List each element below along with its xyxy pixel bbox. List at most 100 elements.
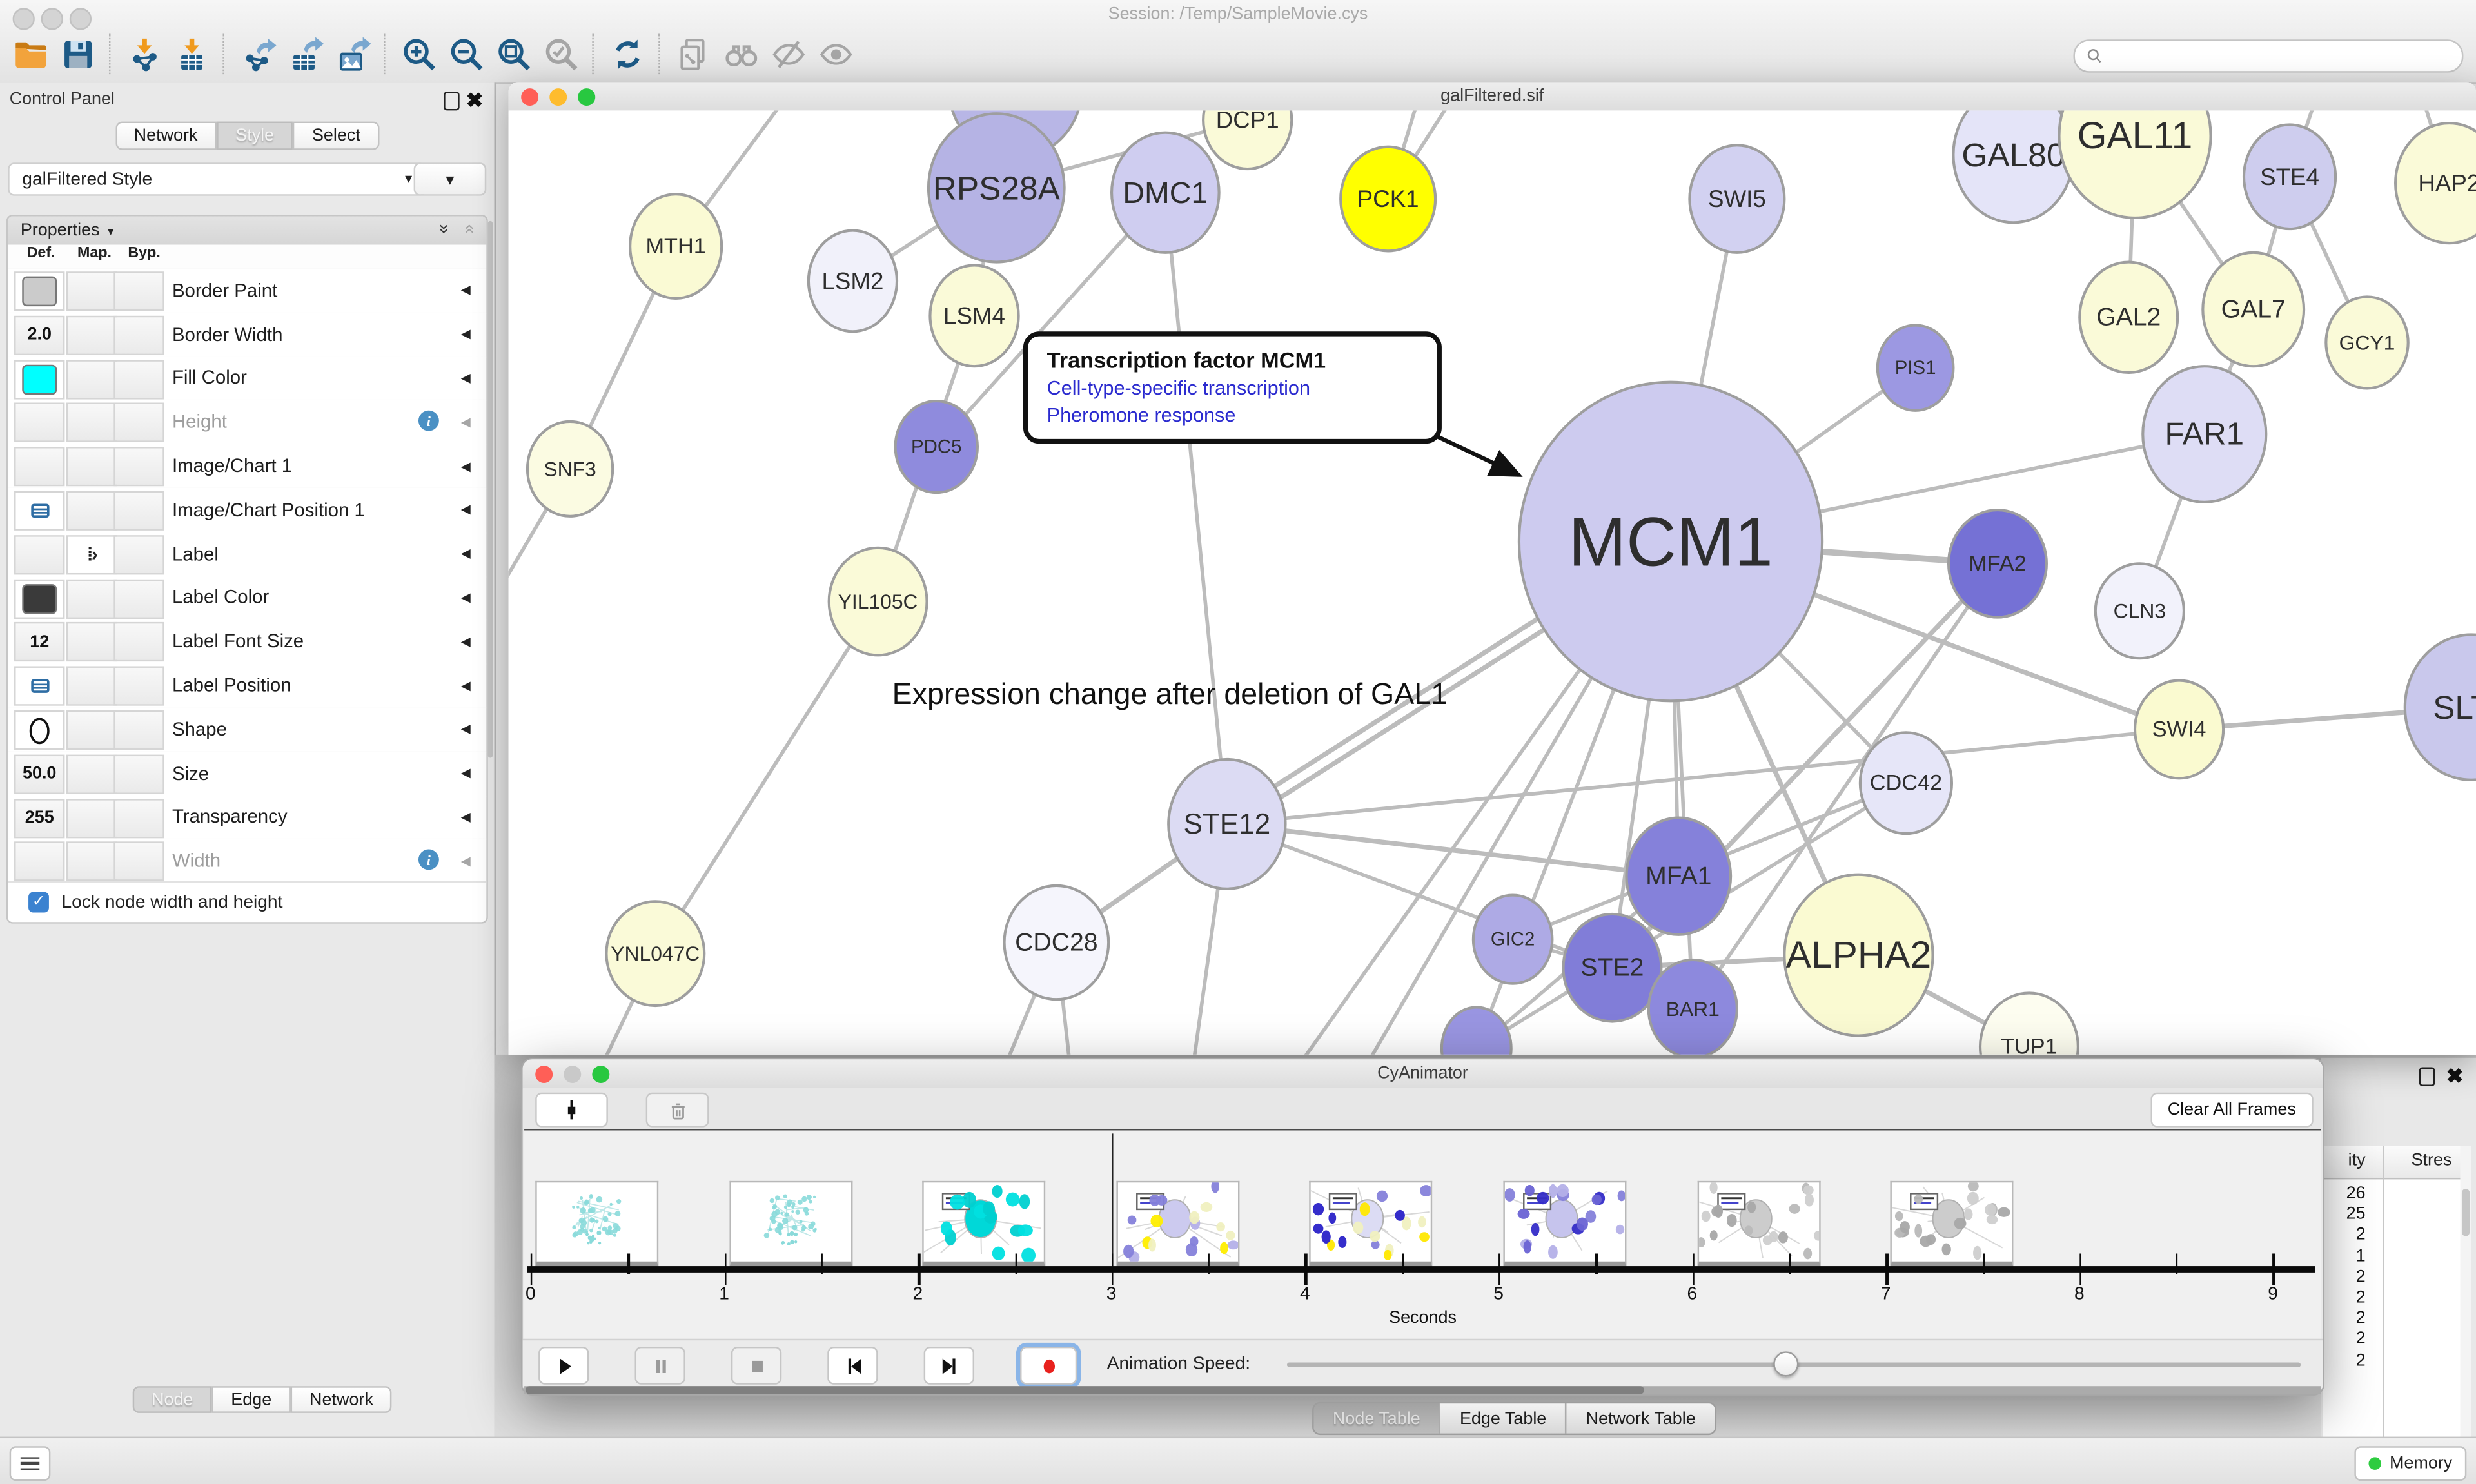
cyanimator-hscrollbar[interactable]: [524, 1386, 2321, 1393]
memory-button[interactable]: Memory: [2355, 1446, 2466, 1481]
network-node-PURP_B[interactable]: [1442, 1007, 1511, 1054]
byp-cell[interactable]: [113, 271, 164, 311]
byp-cell[interactable]: [113, 710, 164, 750]
def-cell[interactable]: [14, 403, 64, 442]
info-icon[interactable]: i: [418, 850, 439, 871]
property-row-image-chart-1[interactable]: Image/Chart 1◀: [8, 444, 486, 490]
record-button[interactable]: [1020, 1347, 1077, 1385]
expand-row-icon[interactable]: ◀: [461, 268, 471, 312]
zoom-fit-button[interactable]: [489, 32, 536, 76]
property-row-transparency[interactable]: 255Transparency◀: [8, 795, 486, 841]
table-cell[interactable]: 25: [2323, 1205, 2365, 1224]
map-cell[interactable]: [66, 359, 117, 398]
expand-row-icon[interactable]: ◀: [461, 444, 471, 488]
collapse-all-icon[interactable]: »: [460, 224, 478, 234]
network-node-CDC42[interactable]: CDC42: [1860, 732, 1952, 834]
skip-end-button[interactable]: [924, 1347, 974, 1385]
import-network-button[interactable]: [120, 32, 167, 76]
expand-row-icon[interactable]: ◀: [461, 795, 471, 839]
def-cell[interactable]: [14, 359, 64, 398]
info-icon[interactable]: i: [418, 411, 439, 432]
network-node-DMC1[interactable]: DMC1: [1112, 133, 1219, 253]
cyanimator-titlebar[interactable]: CyAnimator: [523, 1059, 2323, 1089]
table-cell[interactable]: 2: [2323, 1288, 2365, 1307]
frame-thumbnail-1[interactable]: [729, 1181, 852, 1268]
frame-thumbnail-3[interactable]: [1116, 1181, 1239, 1268]
tab-node-table[interactable]: Node Table: [1314, 1403, 1440, 1434]
expand-row-icon[interactable]: ◀: [461, 839, 471, 883]
network-node-STE12[interactable]: STE12: [1168, 759, 1285, 889]
byp-cell[interactable]: [113, 359, 164, 398]
cyanimator-timeline[interactable]: 0123456789 Seconds: [524, 1129, 2321, 1340]
skip-start-button[interactable]: [827, 1347, 878, 1385]
delete-frame-button[interactable]: [646, 1093, 709, 1128]
search-input[interactable]: [2103, 43, 2462, 70]
property-row-fill-color[interactable]: Fill Color◀: [8, 356, 486, 402]
annotation-link[interactable]: Cell-type-specific transcription: [1047, 377, 1423, 399]
network-canvas[interactable]: RPS28BDCP1RPS28ADMC1PCK1SWI5GAL80GAL11ST…: [509, 110, 2476, 1054]
animation-speed-thumb[interactable]: [1773, 1351, 1798, 1376]
save-button[interactable]: [54, 32, 101, 76]
open-button[interactable]: [6, 32, 54, 76]
property-row-size[interactable]: 50.0Size◀: [8, 751, 486, 797]
expand-row-icon[interactable]: ◀: [461, 488, 471, 532]
property-row-label-color[interactable]: Label Color◀: [8, 576, 486, 621]
panel-tab-network[interactable]: Network: [291, 1386, 393, 1413]
def-cell[interactable]: 2.0: [14, 315, 64, 355]
export-table-button[interactable]: [281, 32, 328, 76]
close-panel-icon[interactable]: ✖: [2446, 1069, 2464, 1084]
expand-row-icon[interactable]: ◀: [461, 312, 471, 356]
frame-thumbnail-0[interactable]: [535, 1181, 658, 1268]
map-cell[interactable]: [66, 403, 117, 442]
style-options-button[interactable]: ▼: [414, 162, 487, 195]
byp-cell[interactable]: [113, 535, 164, 574]
frame-thumbnail-4[interactable]: [1310, 1181, 1433, 1268]
expand-row-icon[interactable]: ◀: [461, 356, 471, 400]
network-node-MFA2[interactable]: MFA2: [1949, 510, 2047, 618]
refresh-button[interactable]: [604, 32, 651, 76]
map-cell[interactable]: [66, 447, 117, 487]
table-cell[interactable]: 2: [2323, 1330, 2365, 1349]
network-node-ALPHA2[interactable]: ALPHA2: [1784, 875, 1932, 1036]
network-node-PIS1[interactable]: PIS1: [1878, 325, 1954, 410]
table-col-stress[interactable]: Stres: [2412, 1151, 2452, 1169]
def-cell[interactable]: [14, 271, 64, 311]
network-node-PCK1[interactable]: PCK1: [1341, 147, 1435, 251]
map-cell[interactable]: [66, 842, 117, 881]
frame-thumbnail-6[interactable]: [1697, 1181, 1820, 1268]
table-vscrollbar[interactable]: [2461, 1146, 2471, 1440]
clear-all-frames-button[interactable]: Clear All Frames: [2150, 1093, 2314, 1128]
tab-style[interactable]: Style: [217, 122, 293, 150]
network-node-CLN3[interactable]: CLN3: [2096, 563, 2184, 658]
zoom-out-button[interactable]: [442, 32, 489, 76]
property-row-image-chart-position-1[interactable]: Image/Chart Position 1◀: [8, 488, 486, 534]
network-node-TUP1[interactable]: TUP1: [1980, 993, 2078, 1055]
table-col-ity[interactable]: ity: [2323, 1151, 2365, 1169]
table-cell[interactable]: 2: [2323, 1225, 2365, 1244]
def-cell[interactable]: 50.0: [14, 754, 64, 794]
table-cell[interactable]: 2: [2323, 1309, 2365, 1328]
network-node-GAL7[interactable]: GAL7: [2203, 253, 2304, 366]
def-cell[interactable]: 255: [14, 798, 64, 837]
import-table-button[interactable]: [168, 32, 215, 76]
cyanimator-hscroll-thumb[interactable]: [526, 1386, 1644, 1393]
network-node-SNF3[interactable]: SNF3: [527, 422, 613, 516]
byp-cell[interactable]: [113, 403, 164, 442]
map-cell[interactable]: [66, 271, 117, 311]
network-node-RPS28A[interactable]: RPS28A: [928, 113, 1065, 262]
show-panel-list-button[interactable]: [10, 1446, 51, 1481]
network-node-HAP2[interactable]: HAP2: [2395, 123, 2476, 243]
tab-select[interactable]: Select: [293, 122, 380, 150]
network-node-STE2[interactable]: STE2: [1563, 914, 1661, 1022]
network-node-GIC2[interactable]: GIC2: [1473, 895, 1552, 984]
property-row-border-paint[interactable]: Border Paint◀: [8, 268, 486, 314]
network-node-GAL2[interactable]: GAL2: [2079, 262, 2177, 373]
expand-row-icon[interactable]: ◀: [461, 576, 471, 620]
map-cell[interactable]: [66, 798, 117, 837]
expand-row-icon[interactable]: ◀: [461, 663, 471, 707]
def-cell[interactable]: [14, 491, 64, 531]
table-cell[interactable]: 26: [2323, 1184, 2365, 1203]
frame-thumbnail-2[interactable]: [923, 1181, 1046, 1268]
network-node-MCM1[interactable]: MCM1: [1519, 382, 1822, 701]
network-node-MFA1[interactable]: MFA1: [1626, 818, 1731, 935]
